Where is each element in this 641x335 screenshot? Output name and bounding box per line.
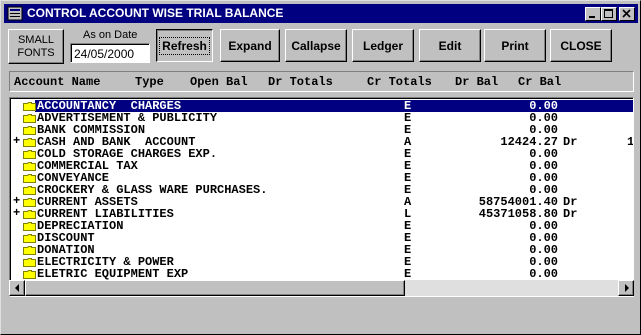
refresh-button[interactable]: Refresh [156, 29, 213, 62]
small-fonts-button[interactable]: SMALL FONTS [8, 29, 64, 64]
folder-icon [23, 210, 36, 219]
minimize-icon [589, 16, 595, 18]
left-arrow-icon [15, 284, 19, 292]
header-dr-bal: Dr Bal [455, 75, 499, 89]
right-arrow-icon [625, 284, 629, 292]
maximize-icon [604, 9, 613, 18]
account-name: ELETRIC EQUIPMENT EXP [37, 267, 189, 281]
header-cr-bal: Cr Bal [518, 75, 562, 89]
expand-button[interactable]: Expand [220, 29, 280, 62]
header-account-name: Account Name [14, 75, 101, 89]
title-bar[interactable]: CONTROL ACCOUNT WISE TRIAL BALANCE [4, 4, 638, 23]
as-on-date-input[interactable]: 24/05/2000 [70, 43, 150, 63]
header-type: Type [135, 75, 164, 89]
folder-icon [23, 258, 36, 267]
maximize-button[interactable] [601, 7, 617, 21]
print-button[interactable]: Print [484, 29, 546, 62]
as-on-date-label: As on Date [83, 29, 138, 41]
folder-icon [23, 234, 36, 243]
account-type: E [404, 267, 412, 281]
balance-drcr: Dr [563, 207, 578, 221]
header-open-bal: Open Bal [190, 75, 248, 89]
refresh-label: Refresh [159, 36, 210, 55]
balance-amount: 0.00 [529, 267, 558, 281]
folder-icon [23, 114, 36, 123]
collapse-button[interactable]: Callapse [285, 29, 347, 62]
horizontal-scrollbar[interactable] [9, 280, 634, 296]
balance-overflow: 1 [627, 135, 634, 149]
expand-toggle[interactable]: + [13, 135, 23, 147]
edit-button[interactable]: Edit [419, 29, 481, 62]
column-header: Account Name Type Open Bal Dr Totals Cr … [9, 71, 634, 92]
folder-icon [23, 174, 36, 183]
close-icon [622, 9, 631, 18]
folder-icon [23, 222, 36, 231]
folder-icon [23, 198, 36, 207]
folder-icon [23, 102, 36, 111]
close-button[interactable]: CLOSE [550, 29, 612, 62]
folder-icon [23, 126, 36, 135]
scroll-right-button[interactable] [618, 280, 634, 296]
header-cr-totals: Cr Totals [367, 75, 432, 89]
header-dr-totals: Dr Totals [268, 75, 333, 89]
balance-drcr: Dr [563, 135, 578, 149]
window-title: CONTROL ACCOUNT WISE TRIAL BALANCE [27, 6, 284, 20]
folder-icon [23, 162, 36, 171]
app-icon [7, 6, 23, 21]
close-window-button[interactable] [619, 7, 635, 21]
account-row[interactable]: ELETRIC EQUIPMENT EXP E 0.00 [11, 267, 633, 281]
ledger-button[interactable]: Ledger [352, 29, 414, 62]
expand-toggle[interactable]: + [13, 207, 23, 219]
folder-icon [23, 138, 36, 147]
minimize-button[interactable] [585, 7, 601, 21]
scrollbar-thumb[interactable] [25, 280, 405, 296]
folder-icon [23, 186, 36, 195]
folder-icon [23, 270, 36, 279]
folder-icon [23, 246, 36, 255]
folder-icon [23, 150, 36, 159]
scroll-left-button[interactable] [9, 280, 25, 296]
main-window: CONTROL ACCOUNT WISE TRIAL BALANCE SMALL… [0, 0, 641, 335]
account-tree-list[interactable]: ACCOUNTANCY CHARGES E 0.00 ADVERTISEMENT & … [9, 97, 634, 297]
